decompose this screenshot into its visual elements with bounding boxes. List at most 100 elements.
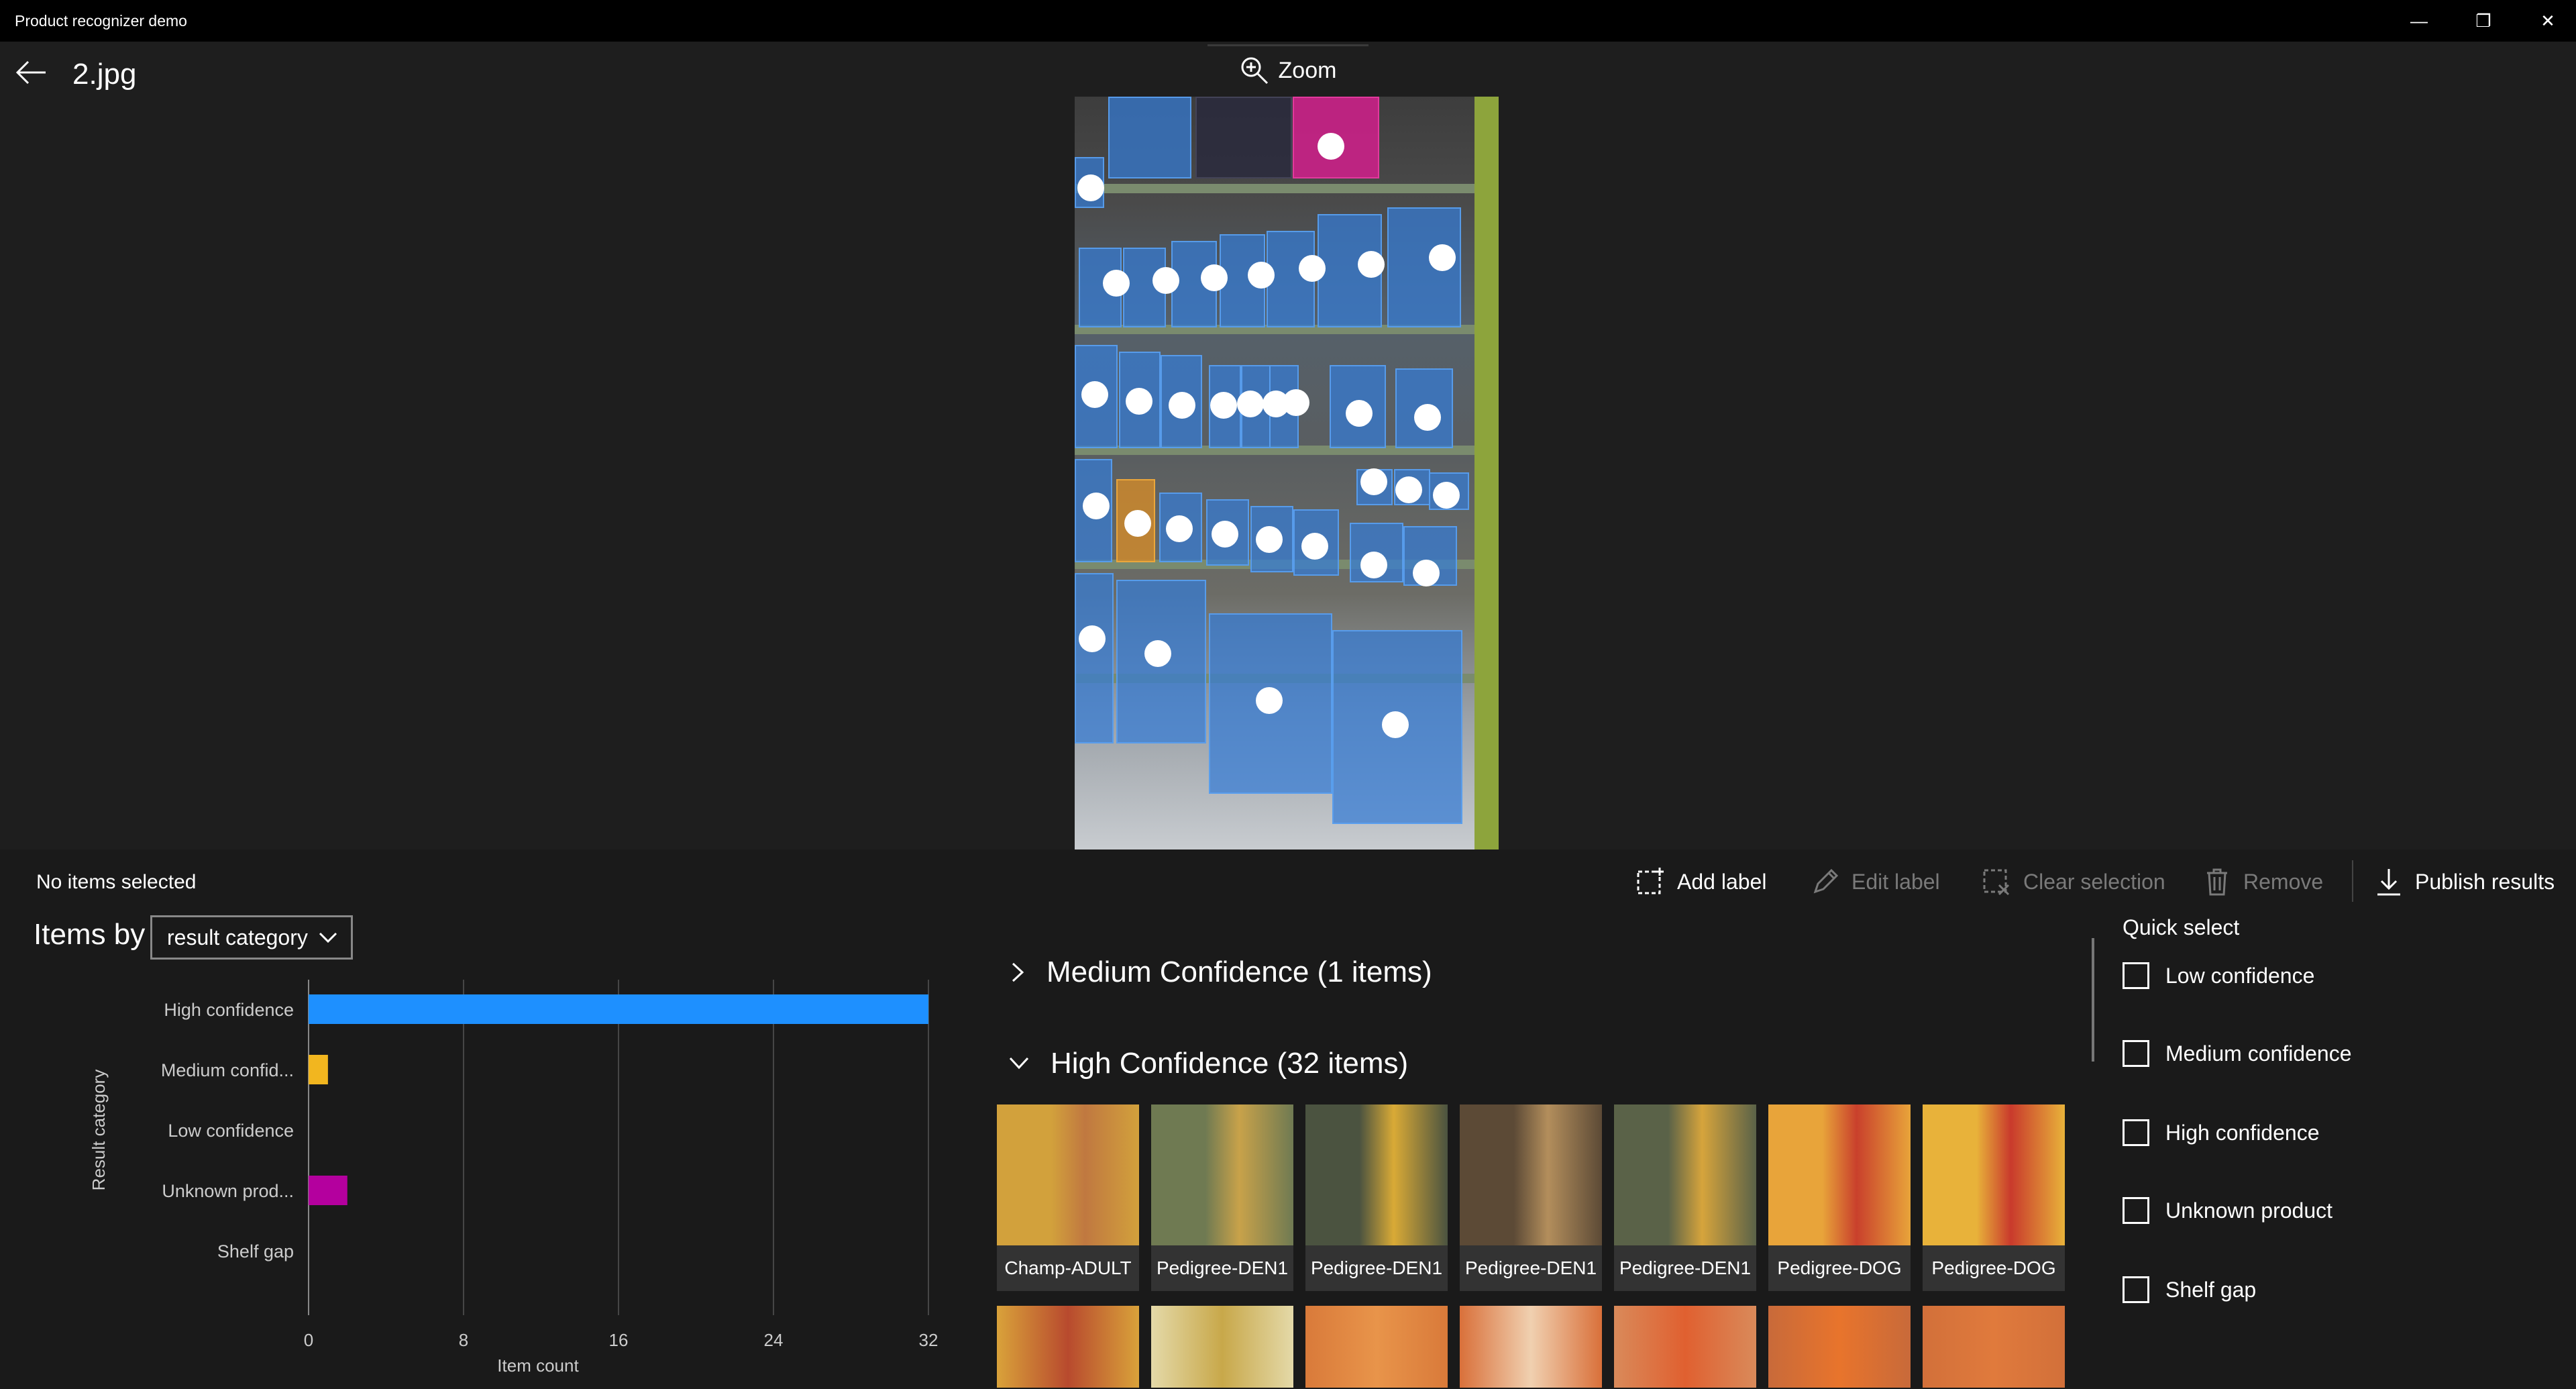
edit-label-button[interactable]: Edit label	[1810, 863, 1940, 901]
category-label: Unknown prod...	[162, 1181, 294, 1201]
x-tick-label: 0	[304, 1330, 313, 1350]
quick-select-label: Low confidence	[2165, 963, 2315, 988]
category-label: Shelf gap	[217, 1241, 294, 1262]
group-medium-confidence[interactable]: Medium Confidence (1 items)	[1010, 956, 1432, 989]
publish-results-button[interactable]: Publish results	[2373, 863, 2555, 901]
product-label: Pedigree-DEN1	[1151, 1245, 1293, 1291]
quick-select-unknown-product[interactable]: Unknown product	[2123, 1197, 2332, 1224]
product-thumbnail[interactable]: Pedigree-DEN1	[1151, 1104, 1293, 1291]
product-thumbnail[interactable]: Pedigree-DEN1	[1614, 1104, 1756, 1291]
product-thumbnail[interactable]	[1923, 1306, 2065, 1388]
restore-button[interactable]: ❐	[2450, 0, 2517, 42]
product-label: Pedigree-DEN1	[1305, 1245, 1448, 1291]
file-name: 2.jpg	[72, 58, 137, 91]
product-thumbnail[interactable]	[1151, 1306, 1293, 1388]
back-button[interactable]	[12, 54, 50, 91]
group-by-select[interactable]: result category	[150, 915, 353, 960]
low-confidence-checkbox[interactable]	[2123, 962, 2149, 989]
chevron-down-icon	[1009, 1057, 1029, 1070]
product-image	[1151, 1104, 1293, 1245]
download-icon	[2377, 869, 2400, 896]
back-arrow-icon	[15, 60, 46, 85]
product-image	[1768, 1104, 1911, 1245]
items-by-label: Items by	[34, 918, 146, 951]
x-tick-label: 8	[459, 1330, 468, 1350]
quick-select-shelf-gap[interactable]: Shelf gap	[2123, 1276, 2256, 1303]
close-button[interactable]: ✕	[2514, 0, 2576, 42]
x-tick-label: 32	[919, 1330, 938, 1350]
trash-icon	[2207, 868, 2227, 896]
medium-confidence-checkbox[interactable]	[2123, 1040, 2149, 1067]
unknown-product-checkbox[interactable]	[2123, 1197, 2149, 1224]
minimize-icon: —	[2410, 10, 2428, 31]
product-label: Pedigree-DOG	[1923, 1245, 2065, 1291]
quick-select-label: High confidence	[2165, 1120, 2320, 1145]
product-label: Pedigree-DOG	[1768, 1245, 1911, 1291]
app-title: Product recognizer demo	[15, 12, 187, 30]
product-image	[1614, 1104, 1756, 1245]
quick-select-high-confidence[interactable]: High confidence	[2123, 1119, 2319, 1146]
zoom-in-icon	[1241, 57, 1268, 85]
quick-select-label: Medium confidence	[2165, 1041, 2352, 1066]
detection-box[interactable]	[1108, 97, 1191, 178]
x-tick-label: 16	[609, 1330, 629, 1350]
shelf-gap-checkbox[interactable]	[2123, 1276, 2149, 1303]
zoom-button[interactable]: Zoom	[1208, 44, 1368, 95]
restore-icon: ❐	[2475, 10, 2491, 31]
product-thumbnail[interactable]: Champ-ADULT	[997, 1104, 1139, 1291]
x-axis-title: Item count	[497, 1355, 579, 1376]
edit-label-text: Edit label	[1851, 869, 1940, 894]
result-category-chart: 0 8 16 24 32 High confidence Medium confid... L…	[89, 980, 938, 1376]
quick-select-low-confidence[interactable]: Low confidence	[2123, 962, 2314, 989]
high-confidence-checkbox[interactable]	[2123, 1119, 2149, 1146]
zoom-label: Zoom	[1278, 57, 1337, 83]
detection-box[interactable]	[1195, 97, 1292, 178]
command-separator	[2352, 860, 2353, 902]
chevron-right-icon	[1012, 962, 1024, 982]
product-thumbnail[interactable]	[997, 1306, 1139, 1388]
product-image	[1923, 1104, 2065, 1245]
product-label: Pedigree-DEN1	[1460, 1245, 1602, 1291]
product-thumbnail[interactable]	[1305, 1306, 1448, 1388]
product-label: Pedigree-DEN1	[1614, 1245, 1756, 1291]
shelf-image[interactable]	[1075, 97, 1499, 850]
detection-marker[interactable]	[1318, 133, 1344, 160]
product-image	[1305, 1104, 1448, 1245]
remove-button[interactable]: Remove	[2202, 863, 2323, 901]
close-icon: ✕	[2540, 10, 2555, 31]
quick-select-label: Unknown product	[2165, 1198, 2333, 1223]
group-by-value: result category	[167, 925, 308, 949]
product-thumbnail[interactable]: Pedigree-DEN1	[1460, 1104, 1602, 1291]
product-thumbnail[interactable]: Pedigree-DOG	[1923, 1104, 2065, 1291]
category-label: Medium confid...	[161, 1060, 294, 1080]
chart-bar	[309, 1055, 328, 1084]
product-thumbnail[interactable]	[1614, 1306, 1756, 1388]
list-scrollbar[interactable]	[2092, 938, 2094, 1062]
product-image	[997, 1104, 1139, 1245]
clear-selection-icon	[1983, 869, 2010, 896]
quick-select-label: Shelf gap	[2165, 1277, 2257, 1302]
pencil-icon	[1813, 868, 1839, 894]
chart-bar	[309, 994, 928, 1024]
quick-select-title: Quick select	[2123, 915, 2240, 939]
category-label: Low confidence	[168, 1121, 294, 1141]
product-thumbnail[interactable]: Pedigree-DEN1	[1305, 1104, 1448, 1291]
selection-status: No items selected	[36, 871, 197, 893]
product-thumbnail[interactable]	[1768, 1306, 1911, 1388]
quick-select-medium-confidence[interactable]: Medium confidence	[2123, 1040, 2351, 1067]
product-thumbnail[interactable]: Pedigree-DOG	[1768, 1104, 1911, 1291]
product-thumbnail[interactable]	[1460, 1306, 1602, 1388]
chart-bar	[309, 1176, 347, 1205]
category-label: High confidence	[164, 1000, 294, 1020]
group-high-confidence[interactable]: High Confidence (32 items)	[1008, 1047, 1408, 1080]
minimize-button[interactable]: —	[2385, 0, 2453, 42]
title-bar	[0, 0, 2576, 42]
group-high-title: High Confidence (32 items)	[1051, 1047, 1409, 1080]
remove-text: Remove	[2243, 869, 2324, 894]
product-label: Champ-ADULT	[997, 1245, 1139, 1291]
chevron-down-icon	[319, 932, 337, 943]
product-image	[1460, 1104, 1602, 1245]
add-label-button[interactable]: Add label	[1635, 863, 1766, 901]
clear-selection-button[interactable]: Clear selection	[1982, 863, 2165, 901]
detection-marker[interactable]	[1077, 174, 1104, 201]
